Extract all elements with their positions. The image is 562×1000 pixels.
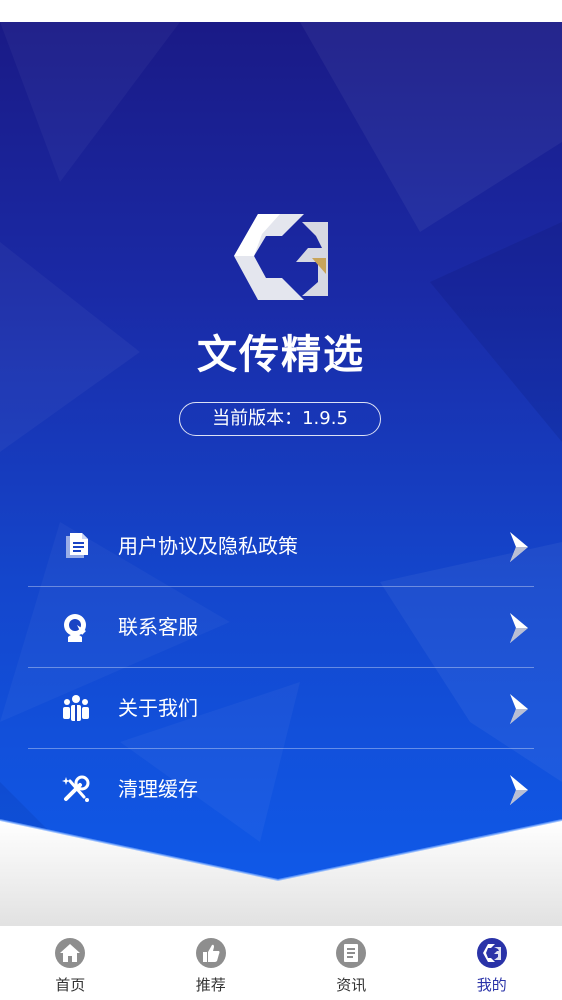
chevron-right-icon [510,613,528,643]
status-bar [0,0,562,22]
tab-label: 首页 [55,976,86,994]
tab-news[interactable]: 资讯 [281,926,422,1000]
customer-service-icon [64,614,86,642]
home-icon [55,938,86,968]
profile-header: 文传精选 当前版本：1.9.5 用户协议及隐私政策 联系客服 关于我们 清理缓存 [0,22,562,925]
team-icon [63,695,89,721]
clean-tools-icon [62,775,90,802]
chevron-right-icon [510,694,528,724]
document-icon [66,533,88,558]
menu-label: 联系客服 [118,615,198,639]
chevron-right-icon [510,775,528,805]
settings-menu: 用户协议及隐私政策 联系客服 关于我们 清理缓存 [28,506,534,830]
chevron-right-icon [510,532,528,562]
menu-item-user-agreement[interactable]: 用户协议及隐私政策 [28,506,534,587]
tab-home[interactable]: 首页 [0,926,141,1000]
app-logo [234,214,328,300]
tab-label: 我的 [476,976,507,994]
version-badge: 当前版本：1.9.5 [179,402,381,436]
menu-label: 用户协议及隐私政策 [118,534,298,558]
menu-label: 清理缓存 [118,777,198,801]
menu-item-clear-cache[interactable]: 清理缓存 [28,749,534,830]
tab-label: 推荐 [195,976,226,994]
thumbs-up-icon [195,938,226,968]
bottom-tab-bar: 首页 推荐 资讯 我的 [0,925,562,1000]
tab-mine[interactable]: 我的 [422,926,562,1000]
tab-recommend[interactable]: 推荐 [141,926,282,1000]
menu-label: 关于我们 [118,696,198,720]
menu-item-about-us[interactable]: 关于我们 [28,668,534,749]
tab-label: 资讯 [336,976,367,994]
cg-logo-icon [476,938,507,968]
menu-item-customer-service[interactable]: 联系客服 [28,587,534,668]
app-name: 文传精选 [197,332,365,378]
news-icon [336,938,367,968]
